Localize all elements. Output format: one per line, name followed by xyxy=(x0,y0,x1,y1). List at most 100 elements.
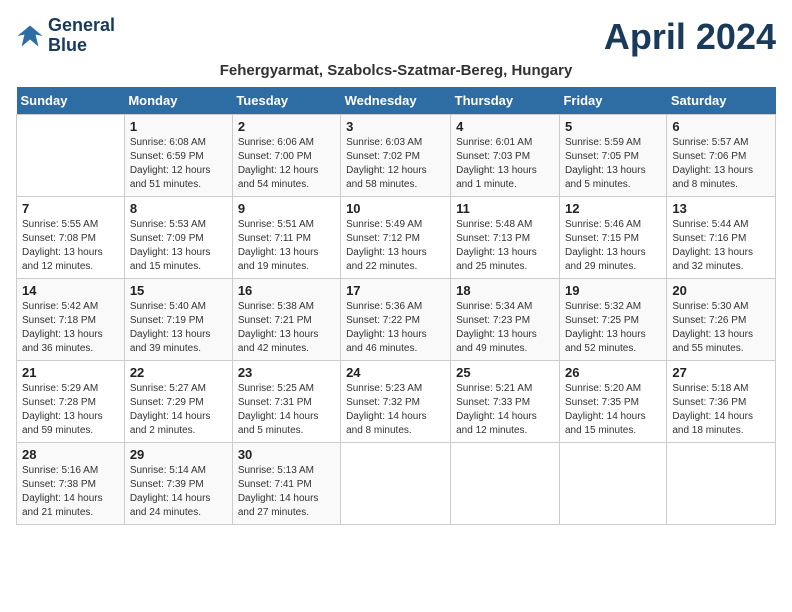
day-detail: Sunrise: 5:38 AMSunset: 7:21 PMDaylight:… xyxy=(238,300,335,356)
calendar-cell xyxy=(559,443,666,525)
day-detail: Sunrise: 5:18 AMSunset: 7:36 PMDaylight:… xyxy=(672,382,770,438)
weekday-header: Tuesday xyxy=(232,87,340,115)
calendar-cell: 17 Sunrise: 5:36 AMSunset: 7:22 PMDaylig… xyxy=(341,279,451,361)
day-number: 7 xyxy=(22,201,119,216)
day-detail: Sunrise: 5:34 AMSunset: 7:23 PMDaylight:… xyxy=(456,300,554,356)
day-detail: Sunrise: 6:03 AMSunset: 7:02 PMDaylight:… xyxy=(346,136,445,192)
day-detail: Sunrise: 5:49 AMSunset: 7:12 PMDaylight:… xyxy=(346,218,445,274)
day-number: 1 xyxy=(130,119,227,134)
calendar-cell: 26 Sunrise: 5:20 AMSunset: 7:35 PMDaylig… xyxy=(559,361,666,443)
month-title: April 2024 xyxy=(604,16,776,58)
weekday-header: Friday xyxy=(559,87,666,115)
calendar-week-row: 1 Sunrise: 6:08 AMSunset: 6:59 PMDayligh… xyxy=(17,115,776,197)
day-detail: Sunrise: 6:06 AMSunset: 7:00 PMDaylight:… xyxy=(238,136,335,192)
day-number: 21 xyxy=(22,365,119,380)
calendar-cell: 14 Sunrise: 5:42 AMSunset: 7:18 PMDaylig… xyxy=(17,279,125,361)
weekday-header: Sunday xyxy=(17,87,125,115)
day-detail: Sunrise: 5:55 AMSunset: 7:08 PMDaylight:… xyxy=(22,218,119,274)
day-number: 16 xyxy=(238,283,335,298)
calendar-week-row: 28 Sunrise: 5:16 AMSunset: 7:38 PMDaylig… xyxy=(17,443,776,525)
calendar-cell xyxy=(17,115,125,197)
day-detail: Sunrise: 5:20 AMSunset: 7:35 PMDaylight:… xyxy=(565,382,661,438)
day-detail: Sunrise: 5:44 AMSunset: 7:16 PMDaylight:… xyxy=(672,218,770,274)
day-detail: Sunrise: 5:14 AMSunset: 7:39 PMDaylight:… xyxy=(130,464,227,520)
calendar-cell: 12 Sunrise: 5:46 AMSunset: 7:15 PMDaylig… xyxy=(559,197,666,279)
day-number: 12 xyxy=(565,201,661,216)
weekday-header-row: SundayMondayTuesdayWednesdayThursdayFrid… xyxy=(17,87,776,115)
day-detail: Sunrise: 5:21 AMSunset: 7:33 PMDaylight:… xyxy=(456,382,554,438)
day-detail: Sunrise: 5:40 AMSunset: 7:19 PMDaylight:… xyxy=(130,300,227,356)
logo-icon xyxy=(16,22,44,50)
day-number: 20 xyxy=(672,283,770,298)
calendar-week-row: 7 Sunrise: 5:55 AMSunset: 7:08 PMDayligh… xyxy=(17,197,776,279)
day-detail: Sunrise: 5:16 AMSunset: 7:38 PMDaylight:… xyxy=(22,464,119,520)
day-number: 17 xyxy=(346,283,445,298)
calendar-cell: 5 Sunrise: 5:59 AMSunset: 7:05 PMDayligh… xyxy=(559,115,666,197)
calendar-cell: 13 Sunrise: 5:44 AMSunset: 7:16 PMDaylig… xyxy=(667,197,776,279)
day-detail: Sunrise: 5:42 AMSunset: 7:18 PMDaylight:… xyxy=(22,300,119,356)
logo-text: General Blue xyxy=(48,16,115,56)
day-number: 15 xyxy=(130,283,227,298)
day-detail: Sunrise: 6:08 AMSunset: 6:59 PMDaylight:… xyxy=(130,136,227,192)
calendar-cell xyxy=(451,443,560,525)
calendar-cell: 4 Sunrise: 6:01 AMSunset: 7:03 PMDayligh… xyxy=(451,115,560,197)
calendar-cell: 29 Sunrise: 5:14 AMSunset: 7:39 PMDaylig… xyxy=(124,443,232,525)
day-detail: Sunrise: 6:01 AMSunset: 7:03 PMDaylight:… xyxy=(456,136,554,192)
day-detail: Sunrise: 5:46 AMSunset: 7:15 PMDaylight:… xyxy=(565,218,661,274)
day-detail: Sunrise: 5:51 AMSunset: 7:11 PMDaylight:… xyxy=(238,218,335,274)
calendar-cell: 2 Sunrise: 6:06 AMSunset: 7:00 PMDayligh… xyxy=(232,115,340,197)
calendar-cell: 11 Sunrise: 5:48 AMSunset: 7:13 PMDaylig… xyxy=(451,197,560,279)
calendar-cell: 15 Sunrise: 5:40 AMSunset: 7:19 PMDaylig… xyxy=(124,279,232,361)
logo: General Blue xyxy=(16,16,115,56)
day-detail: Sunrise: 5:48 AMSunset: 7:13 PMDaylight:… xyxy=(456,218,554,274)
day-number: 4 xyxy=(456,119,554,134)
day-detail: Sunrise: 5:53 AMSunset: 7:09 PMDaylight:… xyxy=(130,218,227,274)
calendar-cell: 6 Sunrise: 5:57 AMSunset: 7:06 PMDayligh… xyxy=(667,115,776,197)
day-number: 22 xyxy=(130,365,227,380)
day-detail: Sunrise: 5:36 AMSunset: 7:22 PMDaylight:… xyxy=(346,300,445,356)
day-number: 10 xyxy=(346,201,445,216)
calendar-cell: 16 Sunrise: 5:38 AMSunset: 7:21 PMDaylig… xyxy=(232,279,340,361)
calendar-cell: 24 Sunrise: 5:23 AMSunset: 7:32 PMDaylig… xyxy=(341,361,451,443)
calendar-cell: 1 Sunrise: 6:08 AMSunset: 6:59 PMDayligh… xyxy=(124,115,232,197)
day-number: 5 xyxy=(565,119,661,134)
day-number: 3 xyxy=(346,119,445,134)
calendar-cell: 22 Sunrise: 5:27 AMSunset: 7:29 PMDaylig… xyxy=(124,361,232,443)
day-number: 2 xyxy=(238,119,335,134)
calendar-cell: 25 Sunrise: 5:21 AMSunset: 7:33 PMDaylig… xyxy=(451,361,560,443)
day-detail: Sunrise: 5:23 AMSunset: 7:32 PMDaylight:… xyxy=(346,382,445,438)
calendar-cell xyxy=(667,443,776,525)
day-number: 28 xyxy=(22,447,119,462)
weekday-header: Wednesday xyxy=(341,87,451,115)
calendar-cell: 28 Sunrise: 5:16 AMSunset: 7:38 PMDaylig… xyxy=(17,443,125,525)
calendar-cell: 18 Sunrise: 5:34 AMSunset: 7:23 PMDaylig… xyxy=(451,279,560,361)
day-number: 6 xyxy=(672,119,770,134)
day-number: 14 xyxy=(22,283,119,298)
day-number: 24 xyxy=(346,365,445,380)
calendar-cell: 27 Sunrise: 5:18 AMSunset: 7:36 PMDaylig… xyxy=(667,361,776,443)
day-number: 13 xyxy=(672,201,770,216)
day-detail: Sunrise: 5:29 AMSunset: 7:28 PMDaylight:… xyxy=(22,382,119,438)
day-number: 29 xyxy=(130,447,227,462)
calendar-cell: 20 Sunrise: 5:30 AMSunset: 7:26 PMDaylig… xyxy=(667,279,776,361)
day-number: 19 xyxy=(565,283,661,298)
day-number: 23 xyxy=(238,365,335,380)
day-detail: Sunrise: 5:32 AMSunset: 7:25 PMDaylight:… xyxy=(565,300,661,356)
calendar-cell: 19 Sunrise: 5:32 AMSunset: 7:25 PMDaylig… xyxy=(559,279,666,361)
location-title: Fehergyarmat, Szabolcs-Szatmar-Bereg, Hu… xyxy=(16,62,776,79)
weekday-header: Monday xyxy=(124,87,232,115)
calendar-cell: 23 Sunrise: 5:25 AMSunset: 7:31 PMDaylig… xyxy=(232,361,340,443)
calendar-cell: 21 Sunrise: 5:29 AMSunset: 7:28 PMDaylig… xyxy=(17,361,125,443)
page-header: General Blue April 2024 xyxy=(16,16,776,58)
calendar-table: SundayMondayTuesdayWednesdayThursdayFrid… xyxy=(16,87,776,525)
day-number: 8 xyxy=(130,201,227,216)
calendar-week-row: 21 Sunrise: 5:29 AMSunset: 7:28 PMDaylig… xyxy=(17,361,776,443)
day-detail: Sunrise: 5:57 AMSunset: 7:06 PMDaylight:… xyxy=(672,136,770,192)
day-detail: Sunrise: 5:25 AMSunset: 7:31 PMDaylight:… xyxy=(238,382,335,438)
calendar-week-row: 14 Sunrise: 5:42 AMSunset: 7:18 PMDaylig… xyxy=(17,279,776,361)
day-number: 18 xyxy=(456,283,554,298)
calendar-cell: 8 Sunrise: 5:53 AMSunset: 7:09 PMDayligh… xyxy=(124,197,232,279)
weekday-header: Thursday xyxy=(451,87,560,115)
calendar-cell xyxy=(341,443,451,525)
day-detail: Sunrise: 5:59 AMSunset: 7:05 PMDaylight:… xyxy=(565,136,661,192)
